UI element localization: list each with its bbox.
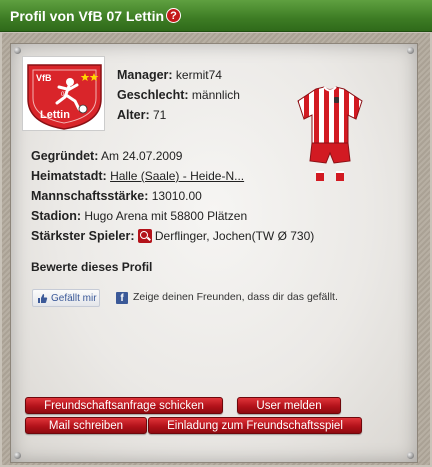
- window-title: Profil von VfB 07 Lettin: [10, 7, 165, 24]
- facebook-icon: f: [116, 292, 128, 304]
- screw-icon: [407, 47, 414, 54]
- top-player-value[interactable]: Derflinger, Jochen(TW Ø 730): [155, 229, 314, 243]
- founded-row: Gegründet: Am 24.07.2009: [31, 149, 182, 163]
- window-titlebar: Profil von VfB 07 Lettin ?: [0, 0, 432, 32]
- screw-icon: [14, 47, 21, 54]
- club-crest: VfB 07 Lettin: [22, 56, 105, 131]
- team-strength-row: Mannschaftsstärke: 13010.00: [31, 189, 202, 203]
- friend-request-button[interactable]: Freundschaftsanfrage schicken: [25, 397, 223, 414]
- write-mail-button[interactable]: Mail schreiben: [25, 417, 147, 434]
- top-player-row: Stärkster Spieler: Derflinger, Jochen(TW…: [31, 229, 314, 243]
- hometown-label: Heimatstadt:: [31, 169, 107, 183]
- founded-label: Gegründet:: [31, 149, 99, 163]
- manager-row: Manager: kermit74: [117, 68, 222, 82]
- screw-icon: [14, 452, 21, 459]
- gender-row: Geschlecht: männlich: [117, 88, 240, 102]
- stadium-label: Stadion:: [31, 209, 81, 223]
- team-jersey-icon: [297, 86, 363, 181]
- age-value: 71: [153, 108, 167, 122]
- crest-top-text: VfB: [36, 73, 52, 83]
- manager-value: kermit74: [175, 68, 222, 82]
- team-strength-label: Mannschaftsstärke:: [31, 189, 149, 203]
- stadium-row: Stadion: Hugo Arena mit 58800 Plätzen: [31, 209, 247, 223]
- friendly-match-invite-button[interactable]: Einladung zum Freundschaftsspiel: [148, 417, 362, 434]
- hometown-link[interactable]: Halle (Saale) - Heide-N...: [110, 169, 244, 183]
- crest-name: Lettin: [40, 109, 70, 121]
- report-user-button[interactable]: User melden: [237, 397, 341, 414]
- founded-value: Am 24.07.2009: [101, 149, 183, 163]
- player-search-icon[interactable]: [137, 229, 152, 243]
- screw-icon: [407, 452, 414, 459]
- facebook-share-text: Zeige deinen Freunden, dass dir das gefä…: [133, 291, 338, 303]
- thumbs-up-icon: [38, 293, 48, 303]
- age-row: Alter: 71: [117, 108, 166, 122]
- team-strength-value: 13010.00: [151, 189, 202, 203]
- age-label: Alter:: [117, 108, 150, 122]
- profile-frame: VfB 07 Lettin Manager: kermit74 Geschlec…: [2, 33, 430, 465]
- gender-value: männlich: [191, 88, 240, 102]
- rate-heading: Bewerte dieses Profil: [31, 260, 153, 274]
- hometown-row: Heimatstadt: Halle (Saale) - Heide-N...: [31, 169, 244, 183]
- top-player-label: Stärkster Spieler:: [31, 229, 135, 243]
- like-button[interactable]: Gefällt mir: [32, 289, 100, 307]
- profile-panel: VfB 07 Lettin Manager: kermit74 Geschlec…: [10, 43, 418, 463]
- club-crest-logo: VfB 07 Lettin: [27, 64, 102, 130]
- like-label: Gefällt mir: [51, 292, 97, 304]
- manager-label: Manager:: [117, 68, 173, 82]
- stadium-value: Hugo Arena mit 58800 Plätzen: [84, 209, 248, 223]
- crest-year: 07: [61, 92, 68, 98]
- gender-label: Geschlecht:: [117, 88, 189, 102]
- help-icon[interactable]: ?: [166, 8, 182, 23]
